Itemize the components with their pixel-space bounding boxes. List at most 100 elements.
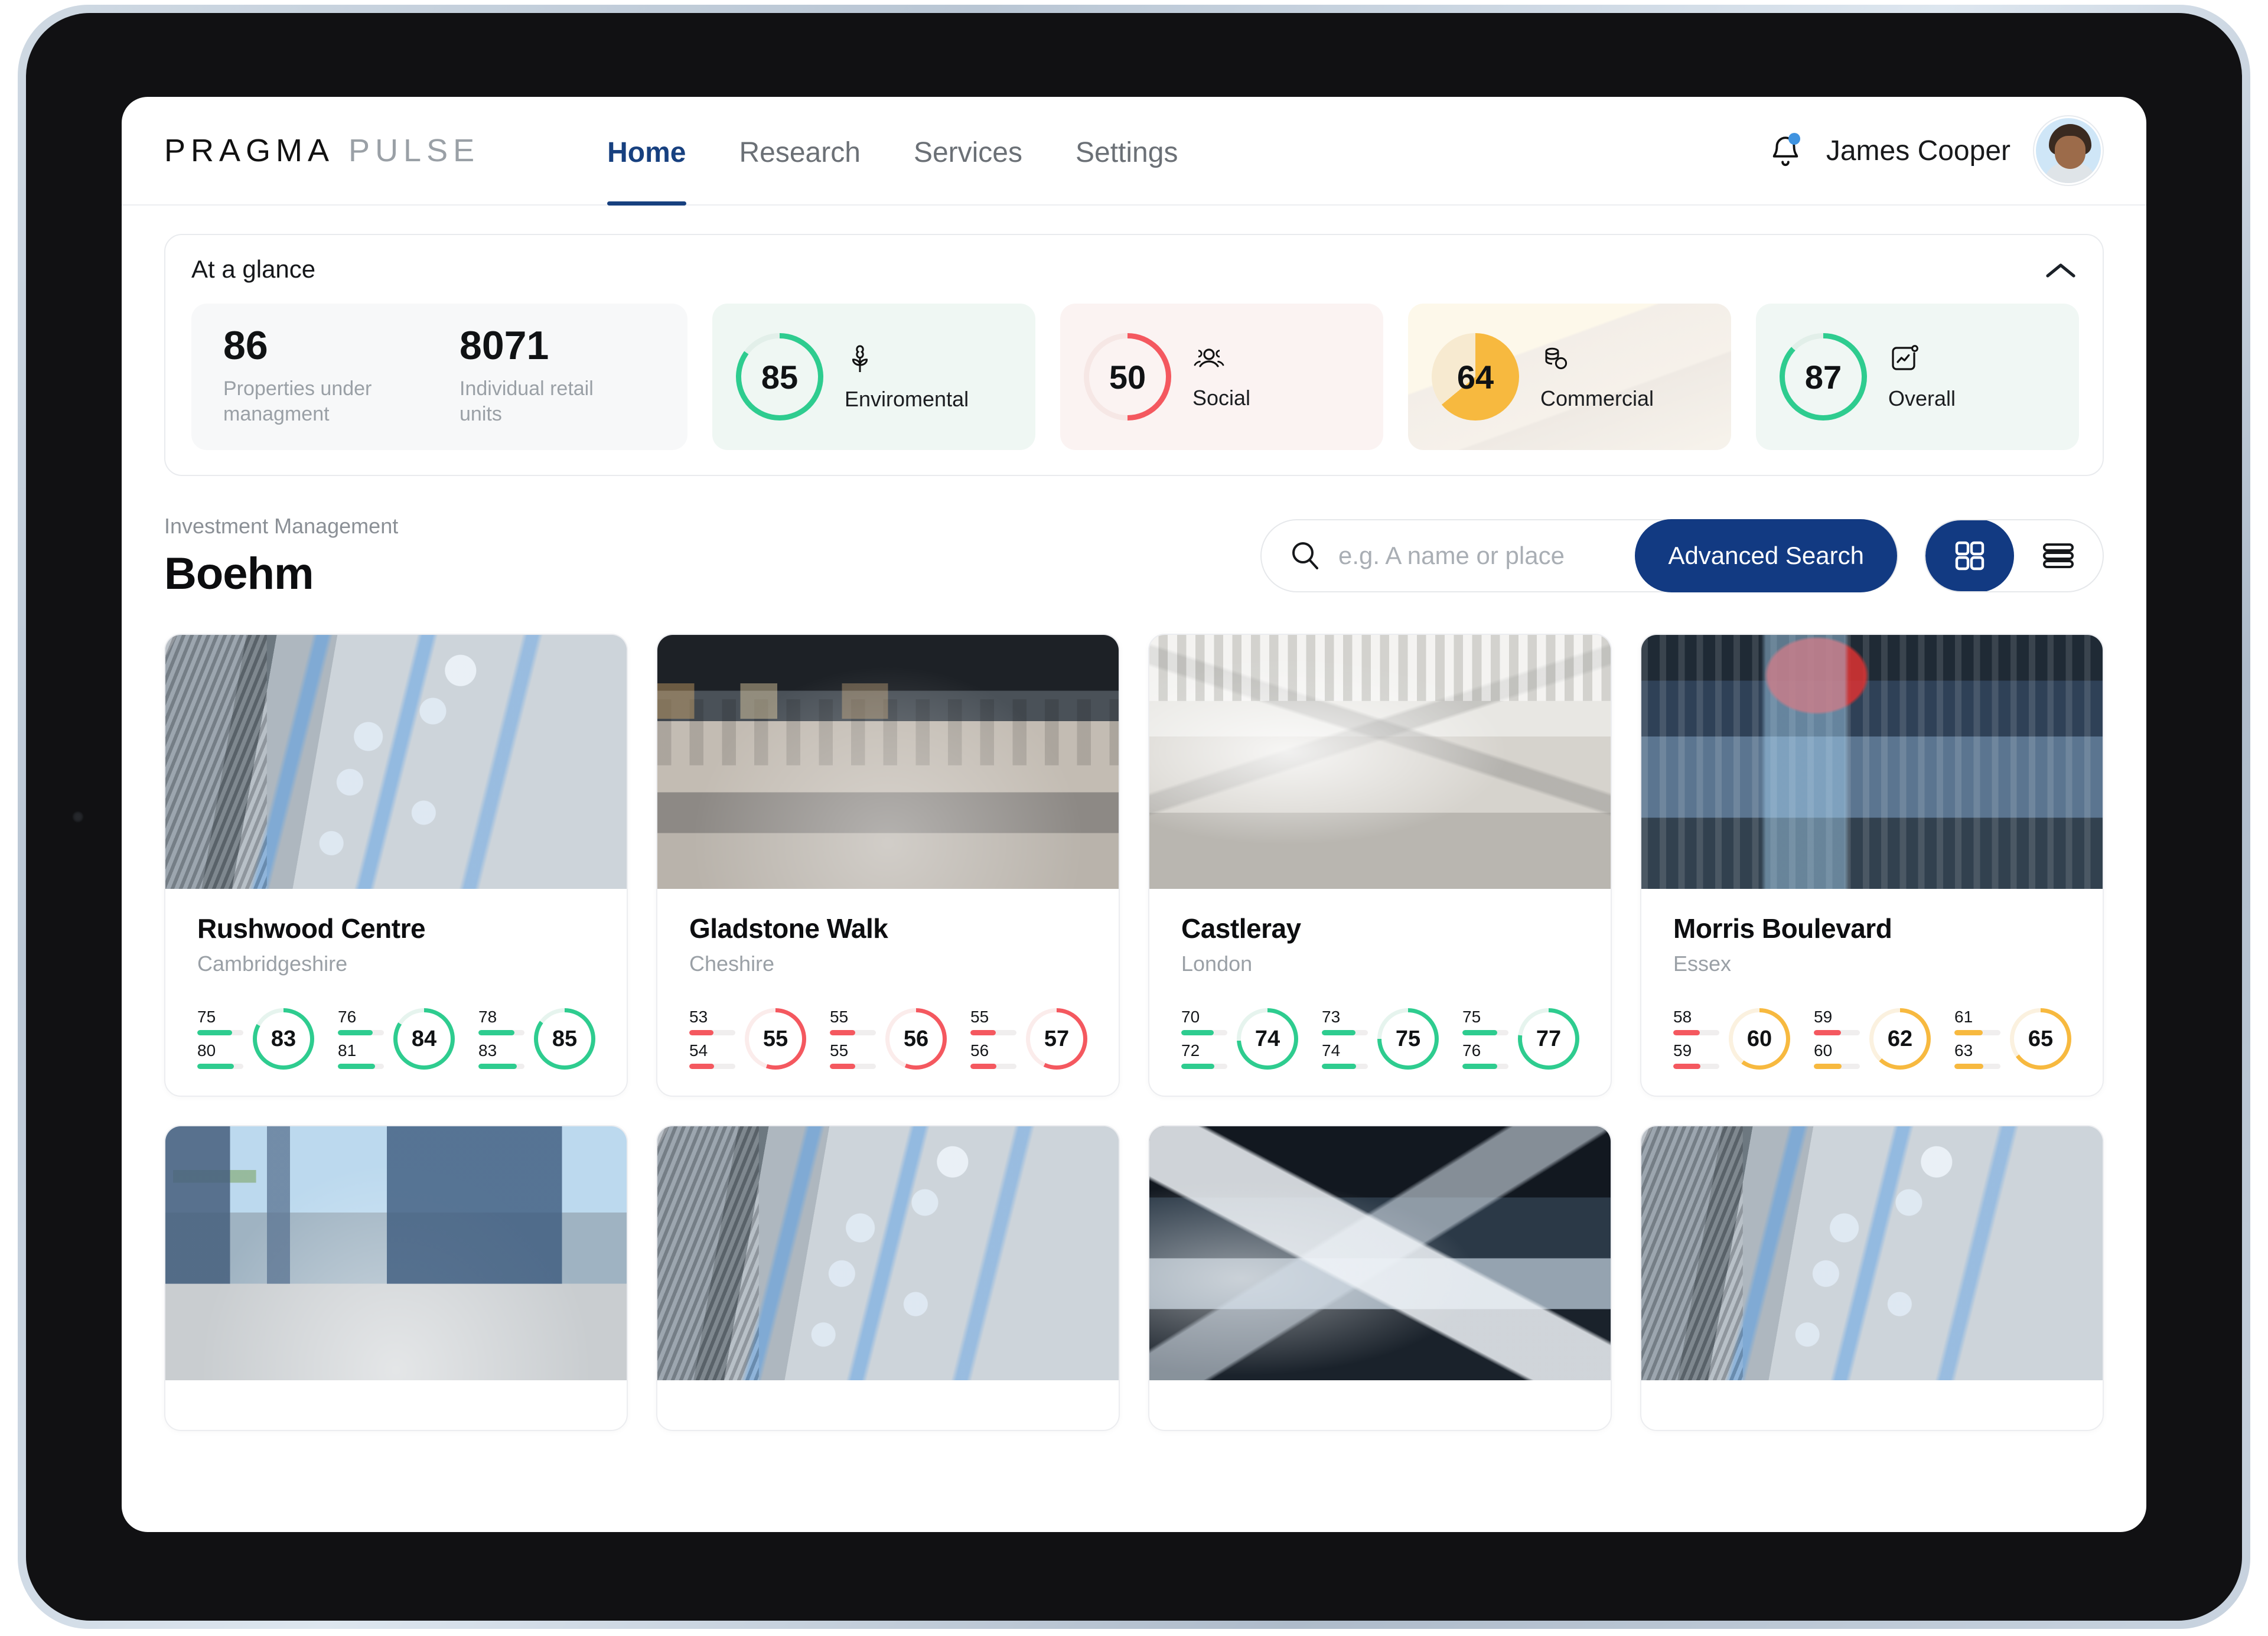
nav-item-settings[interactable]: Settings [1076, 97, 1178, 204]
property-card[interactable] [1640, 1125, 2104, 1432]
score-ring-commercial: 64 [1432, 333, 1519, 421]
score-label-social: Social [1192, 385, 1251, 410]
metric-score-ring: 83 [253, 1008, 314, 1070]
metric-sub-value: 83 [478, 1041, 497, 1060]
score-card-social[interactable]: 50 Social [1060, 304, 1383, 451]
metric-sub-value: 75 [197, 1008, 216, 1026]
score-value: 87 [1804, 358, 1842, 396]
metric-sub-bar [689, 1030, 735, 1036]
metric-group: 59 60 62 [1814, 1008, 1931, 1070]
metric-sub-bar [830, 1030, 876, 1036]
property-photo [1641, 635, 2103, 889]
property-photo [657, 1126, 1119, 1381]
analytics-icon [1888, 343, 1956, 378]
summary-stats: 86 Properties under managment 8071 Indiv… [191, 304, 687, 451]
property-card[interactable]: Morris Boulevard Essex 58 59 60 59 60 62 61 63 65 [1640, 634, 2104, 1097]
metric-score-value: 60 [1746, 1026, 1772, 1051]
brand-secondary: PULSE [348, 133, 480, 168]
nav-item-home[interactable]: Home [607, 97, 686, 206]
metric-score-value: 77 [1536, 1026, 1562, 1051]
property-card[interactable]: Castleray London 70 72 74 73 74 75 75 76 77 [1148, 634, 1612, 1097]
search-input[interactable] [1338, 542, 1635, 571]
metric-sub-bar [1181, 1064, 1227, 1070]
metric-group: 76 81 84 [338, 1008, 455, 1070]
property-metrics: 70 72 74 73 74 75 75 76 77 [1181, 1008, 1579, 1070]
property-photo [657, 635, 1119, 889]
user-name[interactable]: James Cooper [1826, 135, 2010, 167]
property-location: Cheshire [689, 951, 775, 976]
stat-retail-units: 8071 Individual retail units [460, 324, 613, 426]
metric-score-ring: 57 [1026, 1008, 1087, 1070]
property-card[interactable] [1148, 1125, 1612, 1432]
metric-sub-bottom: 72 [1181, 1042, 1227, 1070]
chevron-up-icon [2046, 263, 2075, 278]
property-name: Castleray [1181, 913, 1301, 944]
nav-item-research[interactable]: Research [739, 97, 861, 204]
metric-sub-bar [1954, 1064, 2000, 1070]
tablet-bezel: PRAGMA PULSE Home Research Services Setti… [26, 13, 2242, 1621]
property-name: Morris Boulevard [1673, 913, 1892, 944]
metric-sub-bar [1322, 1064, 1368, 1070]
advanced-search-button[interactable]: Advanced Search [1635, 519, 1897, 593]
metric-score-value: 84 [411, 1026, 437, 1051]
app-header: PRAGMA PULSE Home Research Services Setti… [122, 97, 2146, 206]
metric-sub-value: 58 [1673, 1008, 1692, 1026]
metric-score-ring: 62 [1869, 1008, 1931, 1070]
coins-icon [1540, 343, 1654, 378]
list-view-button[interactable] [2014, 520, 2103, 591]
metric-group: 75 76 77 [1462, 1008, 1579, 1070]
brand-logo[interactable]: PRAGMA PULSE [164, 132, 480, 169]
score-card-environmental[interactable]: 85 Enviromental [712, 304, 1035, 451]
metric-score-value: 74 [1254, 1026, 1280, 1051]
metric-score-ring: 84 [393, 1008, 455, 1070]
property-card[interactable] [164, 1125, 628, 1432]
metric-sub-value: 78 [478, 1008, 497, 1026]
search-bar: Advanced Search [1260, 519, 1898, 593]
metric-group: 70 72 74 [1181, 1008, 1298, 1070]
metric-sub-value: 59 [1814, 1008, 1833, 1026]
metric-sub-bar [1462, 1030, 1508, 1036]
notifications-button[interactable] [1768, 132, 1803, 170]
metric-score-value: 75 [1395, 1026, 1421, 1051]
property-card[interactable] [656, 1125, 1120, 1432]
metric-sub-value: 70 [1181, 1008, 1200, 1026]
metric-score-ring: 77 [1518, 1008, 1579, 1070]
metric-sub-value: 55 [830, 1008, 849, 1026]
property-photo [1149, 635, 1611, 889]
metric-sub-top: 73 [1322, 1009, 1368, 1036]
property-location: Essex [1673, 951, 1732, 976]
score-label-commercial: Commercial [1540, 386, 1654, 410]
search-icon [1289, 539, 1321, 573]
main-navigation: Home Research Services Settings [607, 97, 1178, 206]
metric-sub-bottom: 54 [689, 1042, 735, 1070]
metric-group: 73 74 75 [1322, 1008, 1439, 1070]
score-value: 64 [1456, 358, 1494, 396]
score-ring-environmental: 85 [736, 333, 823, 421]
grid-view-icon [1955, 542, 1984, 571]
grid-view-button[interactable] [1925, 520, 2014, 592]
score-card-overall[interactable]: 87 Overall [1756, 304, 2079, 451]
property-location: Cambridgeshire [197, 951, 348, 976]
page-title: Boehm [164, 549, 314, 599]
metric-sub-bottom: 59 [1673, 1042, 1719, 1070]
header-actions: James Cooper [1768, 116, 2103, 185]
property-card[interactable]: Gladstone Walk Cheshire 53 54 55 55 55 56 55 56 57 [656, 634, 1120, 1097]
score-value: 50 [1109, 358, 1146, 396]
avatar[interactable] [2034, 116, 2103, 185]
camera-icon [72, 811, 84, 823]
metric-sub-bar [970, 1064, 1016, 1070]
metric-score-value: 65 [2028, 1026, 2054, 1051]
property-metrics: 58 59 60 59 60 62 61 63 65 [1673, 1008, 2071, 1070]
metric-sub-bar [1814, 1064, 1860, 1070]
metric-score-value: 85 [552, 1026, 578, 1051]
nav-item-services[interactable]: Services [914, 97, 1022, 204]
stat-properties-label: Properties under managment [223, 377, 372, 425]
property-card[interactable]: Rushwood Centre Cambridgeshire 75 80 83 76 81 8… [164, 634, 628, 1097]
metric-sub-bar [478, 1064, 524, 1070]
metric-sub-bottom: 74 [1322, 1042, 1368, 1070]
score-card-commercial[interactable]: 64 Commercial [1408, 304, 1731, 451]
property-photo [165, 1126, 627, 1381]
metric-sub-bar [1181, 1030, 1227, 1036]
brand-primary: PRAGMA [164, 133, 335, 168]
collapse-panel-button[interactable] [2042, 255, 2079, 286]
